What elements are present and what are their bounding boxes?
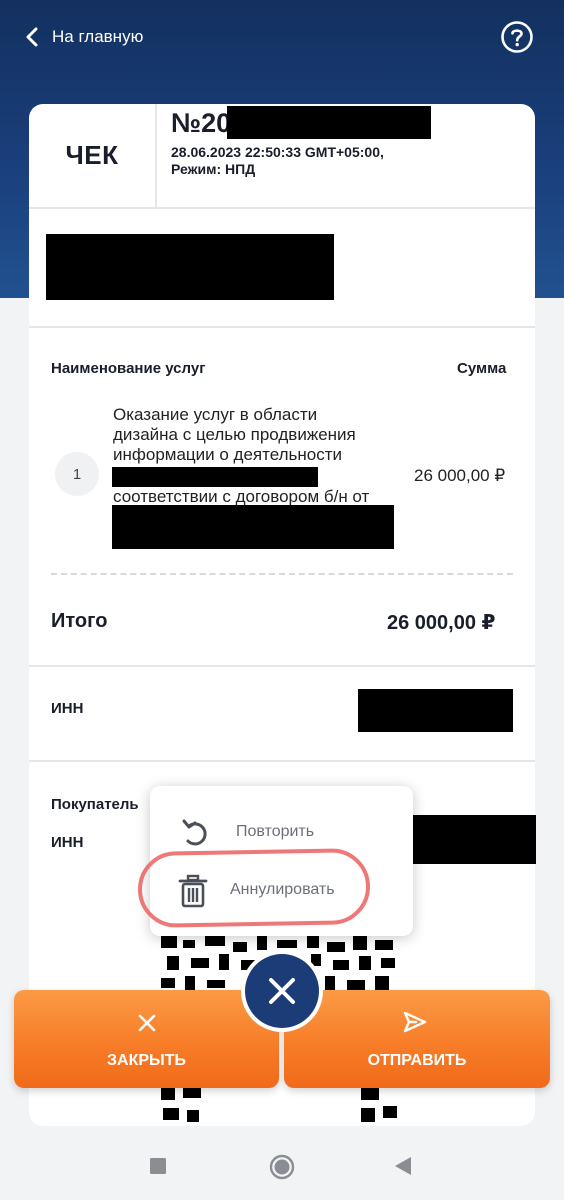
highlight-annotation <box>137 847 371 929</box>
item-description-line: информации о деятельности <box>113 445 343 464</box>
dashed-divider <box>51 573 513 575</box>
back-triangle-icon[interactable] <box>394 1156 412 1176</box>
item-description-line: соответствии с договором б/н от <box>113 487 370 506</box>
fab-close-button[interactable] <box>241 950 323 1032</box>
total-value: 26 000,00 ₽ <box>387 612 496 634</box>
close-icon <box>269 978 295 1004</box>
buyer-inn-label: ИНН <box>51 834 84 851</box>
fab-inner <box>245 954 319 1028</box>
send-button[interactable]: ОТПРАВИТЬ <box>284 990 550 1088</box>
redacted-block <box>112 467 318 487</box>
back-button[interactable]: На главную <box>26 20 143 54</box>
divider <box>29 760 535 762</box>
send-button-label: ОТПРАВИТЬ <box>367 1052 467 1069</box>
divider <box>29 326 535 328</box>
undo-icon <box>182 819 207 846</box>
item-index: 1 <box>55 452 99 496</box>
system-nav-bar <box>0 1133 564 1200</box>
receipt-mode: Режим: НПД <box>171 161 256 177</box>
home-icon[interactable] <box>268 1153 296 1181</box>
services-header-name: Наименование услуг <box>51 360 206 377</box>
item-amount: 26 000,00 ₽ <box>414 466 506 485</box>
redacted-block <box>358 689 513 732</box>
recents-icon[interactable] <box>149 1157 167 1175</box>
redacted-block <box>112 505 394 549</box>
divider <box>29 665 535 667</box>
item-description-line: дизайна с целью продвижения <box>113 425 356 444</box>
close-icon <box>138 1014 156 1032</box>
receipt-number: №20 <box>171 108 232 138</box>
receipt-datetime: 28.06.2023 22:50:33 GMT+05:00, <box>171 144 384 160</box>
seller-inn-label: ИНН <box>51 700 84 717</box>
divider <box>29 207 535 209</box>
buyer-label: Покупатель <box>51 796 139 813</box>
redacted-block <box>412 815 536 864</box>
item-description-line: Оказание услуг в области <box>113 405 318 424</box>
receipt-title: ЧЕК <box>65 140 119 170</box>
help-button[interactable] <box>500 20 534 54</box>
divider <box>155 104 157 207</box>
redacted-block <box>227 106 431 139</box>
services-header-sum: Сумма <box>457 360 507 377</box>
total-label: Итого <box>51 610 108 632</box>
chevron-left-icon <box>26 27 38 47</box>
send-icon <box>403 1011 427 1033</box>
close-button-label: ЗАКРЫТЬ <box>107 1052 186 1069</box>
redacted-block <box>46 234 334 300</box>
menu-item-label: Повторить <box>236 823 315 840</box>
close-button[interactable]: ЗАКРЫТЬ <box>14 990 279 1088</box>
back-label: На главную <box>52 27 144 46</box>
help-circle-icon <box>501 21 533 53</box>
